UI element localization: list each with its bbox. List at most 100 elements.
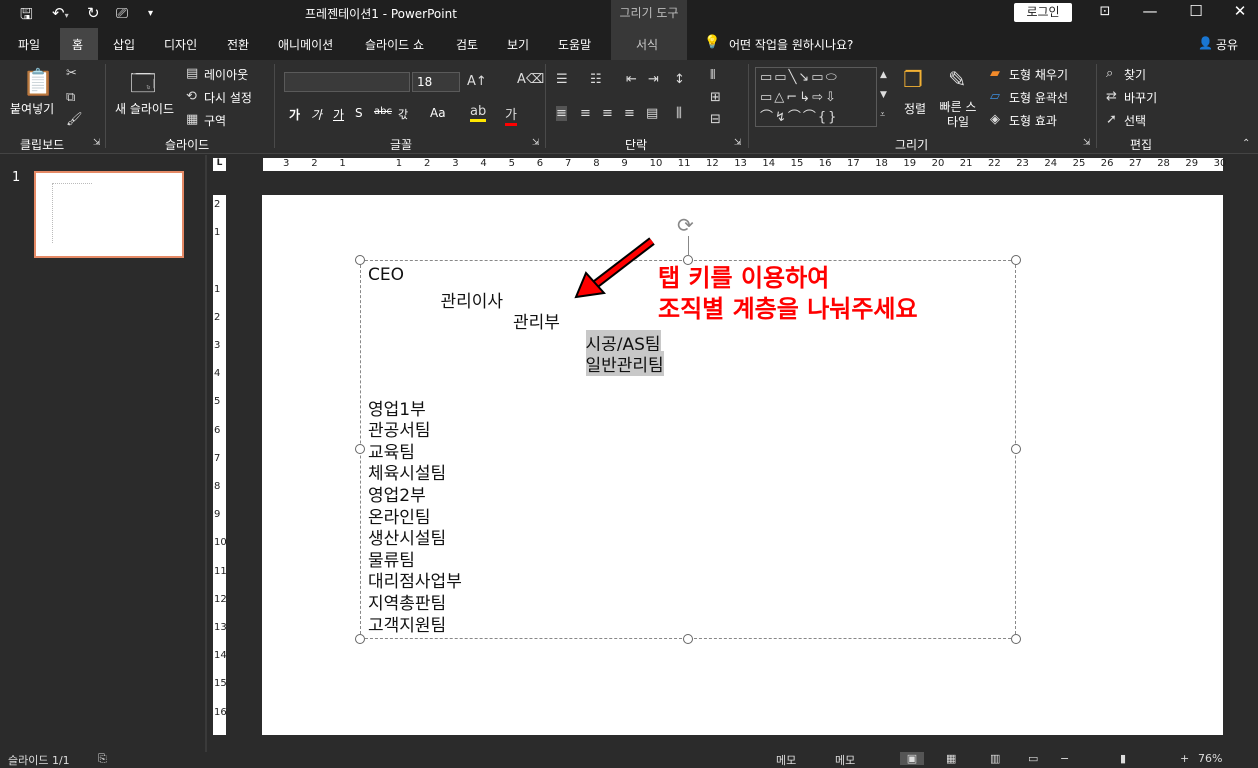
- ribbon-display-options-icon[interactable]: ⊡: [1085, 4, 1125, 19]
- layout-button[interactable]: 레이아웃: [204, 66, 248, 83]
- drawing-launcher-icon[interactable]: ⇲: [1083, 138, 1091, 148]
- change-case-button[interactable]: Aa: [430, 106, 446, 120]
- bullets-icon[interactable]: ☰: [556, 72, 568, 87]
- strikethrough-button[interactable]: abc: [374, 106, 392, 117]
- redo-icon[interactable]: ↻: [87, 4, 100, 22]
- zoom-level[interactable]: 76%: [1198, 752, 1222, 765]
- clear-formatting-icon[interactable]: A⌫: [517, 72, 544, 87]
- tab-help[interactable]: 도움말: [558, 36, 591, 53]
- shape-outline-button[interactable]: 도형 윤곽선: [1009, 89, 1068, 106]
- paste-icon[interactable]: 📋: [22, 68, 54, 98]
- gallery-more-icon[interactable]: ⩡: [880, 110, 885, 120]
- resize-handle-tl[interactable]: [355, 255, 365, 265]
- shape-fill-button[interactable]: 도형 채우기: [1009, 66, 1068, 83]
- align-text-icon[interactable]: ⊞: [710, 90, 721, 105]
- vertical-ruler[interactable]: 2 1 1 2 3 4 5 6 7 8 9 10 11 12 13 14 15 16: [213, 195, 227, 735]
- rotate-handle-icon[interactable]: ⟳: [677, 213, 694, 237]
- paragraph-launcher-icon[interactable]: ⇲: [734, 138, 742, 148]
- close-icon[interactable]: ✕: [1220, 2, 1258, 20]
- copy-icon[interactable]: ⧉: [66, 90, 75, 105]
- align-center-icon[interactable]: ≡: [580, 106, 591, 121]
- notes-button[interactable]: 메모: [776, 752, 796, 768]
- cut-icon[interactable]: ✂: [66, 66, 77, 81]
- tab-animations[interactable]: 애니메이션: [278, 36, 333, 53]
- zoom-out-icon[interactable]: −: [1060, 752, 1069, 765]
- tab-transitions[interactable]: 전환: [227, 36, 249, 53]
- character-spacing-button[interactable]: 갃: [398, 106, 408, 122]
- login-button[interactable]: 로그인: [1014, 3, 1072, 22]
- org-line[interactable]: 관리이사: [441, 287, 504, 312]
- reset-button[interactable]: 다시 설정: [204, 89, 252, 106]
- shapes-gallery[interactable]: ▭▭╲↘▭⬭ ▭△⌐↳⇨⇩ ⌒↯⌒⌒{}: [755, 67, 877, 127]
- font-name-select[interactable]: [284, 72, 410, 92]
- increase-font-icon[interactable]: A↑: [467, 74, 487, 89]
- justify-icon[interactable]: ≡: [624, 106, 635, 121]
- highlight-color-icon[interactable]: ab: [470, 104, 487, 122]
- tab-review[interactable]: 검토: [456, 36, 478, 53]
- resize-handle-bl[interactable]: [355, 634, 365, 644]
- arrange-icon[interactable]: ❐: [903, 68, 923, 93]
- resize-handle-l[interactable]: [355, 444, 365, 454]
- reading-view-icon[interactable]: ▥: [990, 752, 1000, 765]
- find-button[interactable]: 찾기: [1124, 66, 1146, 83]
- slide-sorter-icon[interactable]: ▦: [946, 752, 956, 765]
- bold-button[interactable]: 가: [289, 106, 300, 123]
- maximize-icon[interactable]: ☐: [1176, 2, 1216, 20]
- tab-selector-icon[interactable]: L: [213, 158, 226, 171]
- minimize-icon[interactable]: —: [1130, 2, 1170, 20]
- font-size-select[interactable]: 18: [412, 72, 460, 92]
- smartart-icon[interactable]: ⊟: [710, 112, 721, 127]
- share-button[interactable]: 공유: [1216, 36, 1238, 53]
- customize-quick-access-icon[interactable]: ▾: [148, 8, 153, 19]
- normal-view-icon[interactable]: ▣: [900, 752, 924, 765]
- gallery-down-icon[interactable]: ▼: [880, 90, 887, 100]
- decrease-indent-icon[interactable]: ⇤: [626, 72, 637, 87]
- horizontal-ruler[interactable]: 3 2 1 1 2 3 4 5 6 7 8 9 10 11 12 13 14 15 16 17 18 19 20 21 22 23…: [263, 158, 1226, 171]
- clipboard-launcher-icon[interactable]: ⇲: [93, 138, 101, 148]
- tell-me-search[interactable]: 어떤 작업을 원하시나요?: [729, 36, 853, 53]
- resize-handle-b[interactable]: [683, 634, 693, 644]
- org-line[interactable]: 관리부: [513, 308, 560, 333]
- spellcheck-icon[interactable]: ⎘: [98, 752, 107, 766]
- slideshow-view-icon[interactable]: ▭: [1028, 752, 1038, 765]
- arrange-button[interactable]: 정렬: [904, 100, 926, 117]
- resize-handle-r[interactable]: [1011, 444, 1021, 454]
- undo-icon[interactable]: ↶▾: [52, 4, 69, 22]
- paste-button[interactable]: 붙여넣기: [10, 100, 54, 117]
- resize-handle-br[interactable]: [1011, 634, 1021, 644]
- tab-insert[interactable]: 삽입: [113, 36, 135, 53]
- pane-divider[interactable]: [205, 155, 207, 752]
- replace-button[interactable]: 바꾸기: [1124, 89, 1157, 106]
- select-button[interactable]: 선택: [1124, 112, 1146, 129]
- text-direction-icon[interactable]: ⫴: [710, 68, 715, 83]
- gallery-up-icon[interactable]: ▲: [880, 70, 887, 80]
- underline-button[interactable]: 가: [333, 106, 344, 123]
- org-line[interactable]: 일반관리팀: [585, 351, 664, 377]
- tab-view[interactable]: 보기: [507, 36, 529, 53]
- tab-home[interactable]: 홈: [72, 36, 83, 53]
- tab-design[interactable]: 디자인: [164, 36, 197, 53]
- numbering-icon[interactable]: ☷: [590, 72, 602, 87]
- collapse-ribbon-icon[interactable]: ⌃: [1242, 138, 1250, 149]
- columns-icon[interactable]: ⫼: [676, 106, 682, 121]
- section-button[interactable]: 구역: [204, 112, 226, 129]
- comments-button[interactable]: 메모: [835, 752, 855, 768]
- shape-effects-button[interactable]: 도형 효과: [1009, 112, 1057, 129]
- shadow-button[interactable]: S: [355, 106, 363, 120]
- format-painter-icon[interactable]: 🖌: [66, 112, 83, 127]
- save-icon[interactable]: 🖫: [20, 4, 33, 29]
- line-spacing-icon[interactable]: ↕: [674, 72, 685, 87]
- zoom-slider[interactable]: ▮: [1120, 752, 1126, 765]
- resize-handle-tr[interactable]: [1011, 255, 1021, 265]
- org-line[interactable]: CEO: [368, 265, 404, 285]
- zoom-in-icon[interactable]: +: [1180, 752, 1189, 765]
- org-line[interactable]: 고객지원팀: [368, 611, 446, 636]
- start-slideshow-icon[interactable]: ⎚: [116, 4, 128, 22]
- font-color-icon[interactable]: 가: [505, 104, 517, 126]
- quick-styles-icon[interactable]: ✎: [948, 68, 966, 93]
- quick-styles-button[interactable]: 빠른 스타일: [938, 100, 978, 130]
- distributed-icon[interactable]: ▤: [646, 106, 658, 121]
- tab-slideshow[interactable]: 슬라이드 쇼: [365, 36, 424, 53]
- italic-button[interactable]: 가: [311, 106, 322, 123]
- slide-thumbnail[interactable]: [34, 171, 184, 258]
